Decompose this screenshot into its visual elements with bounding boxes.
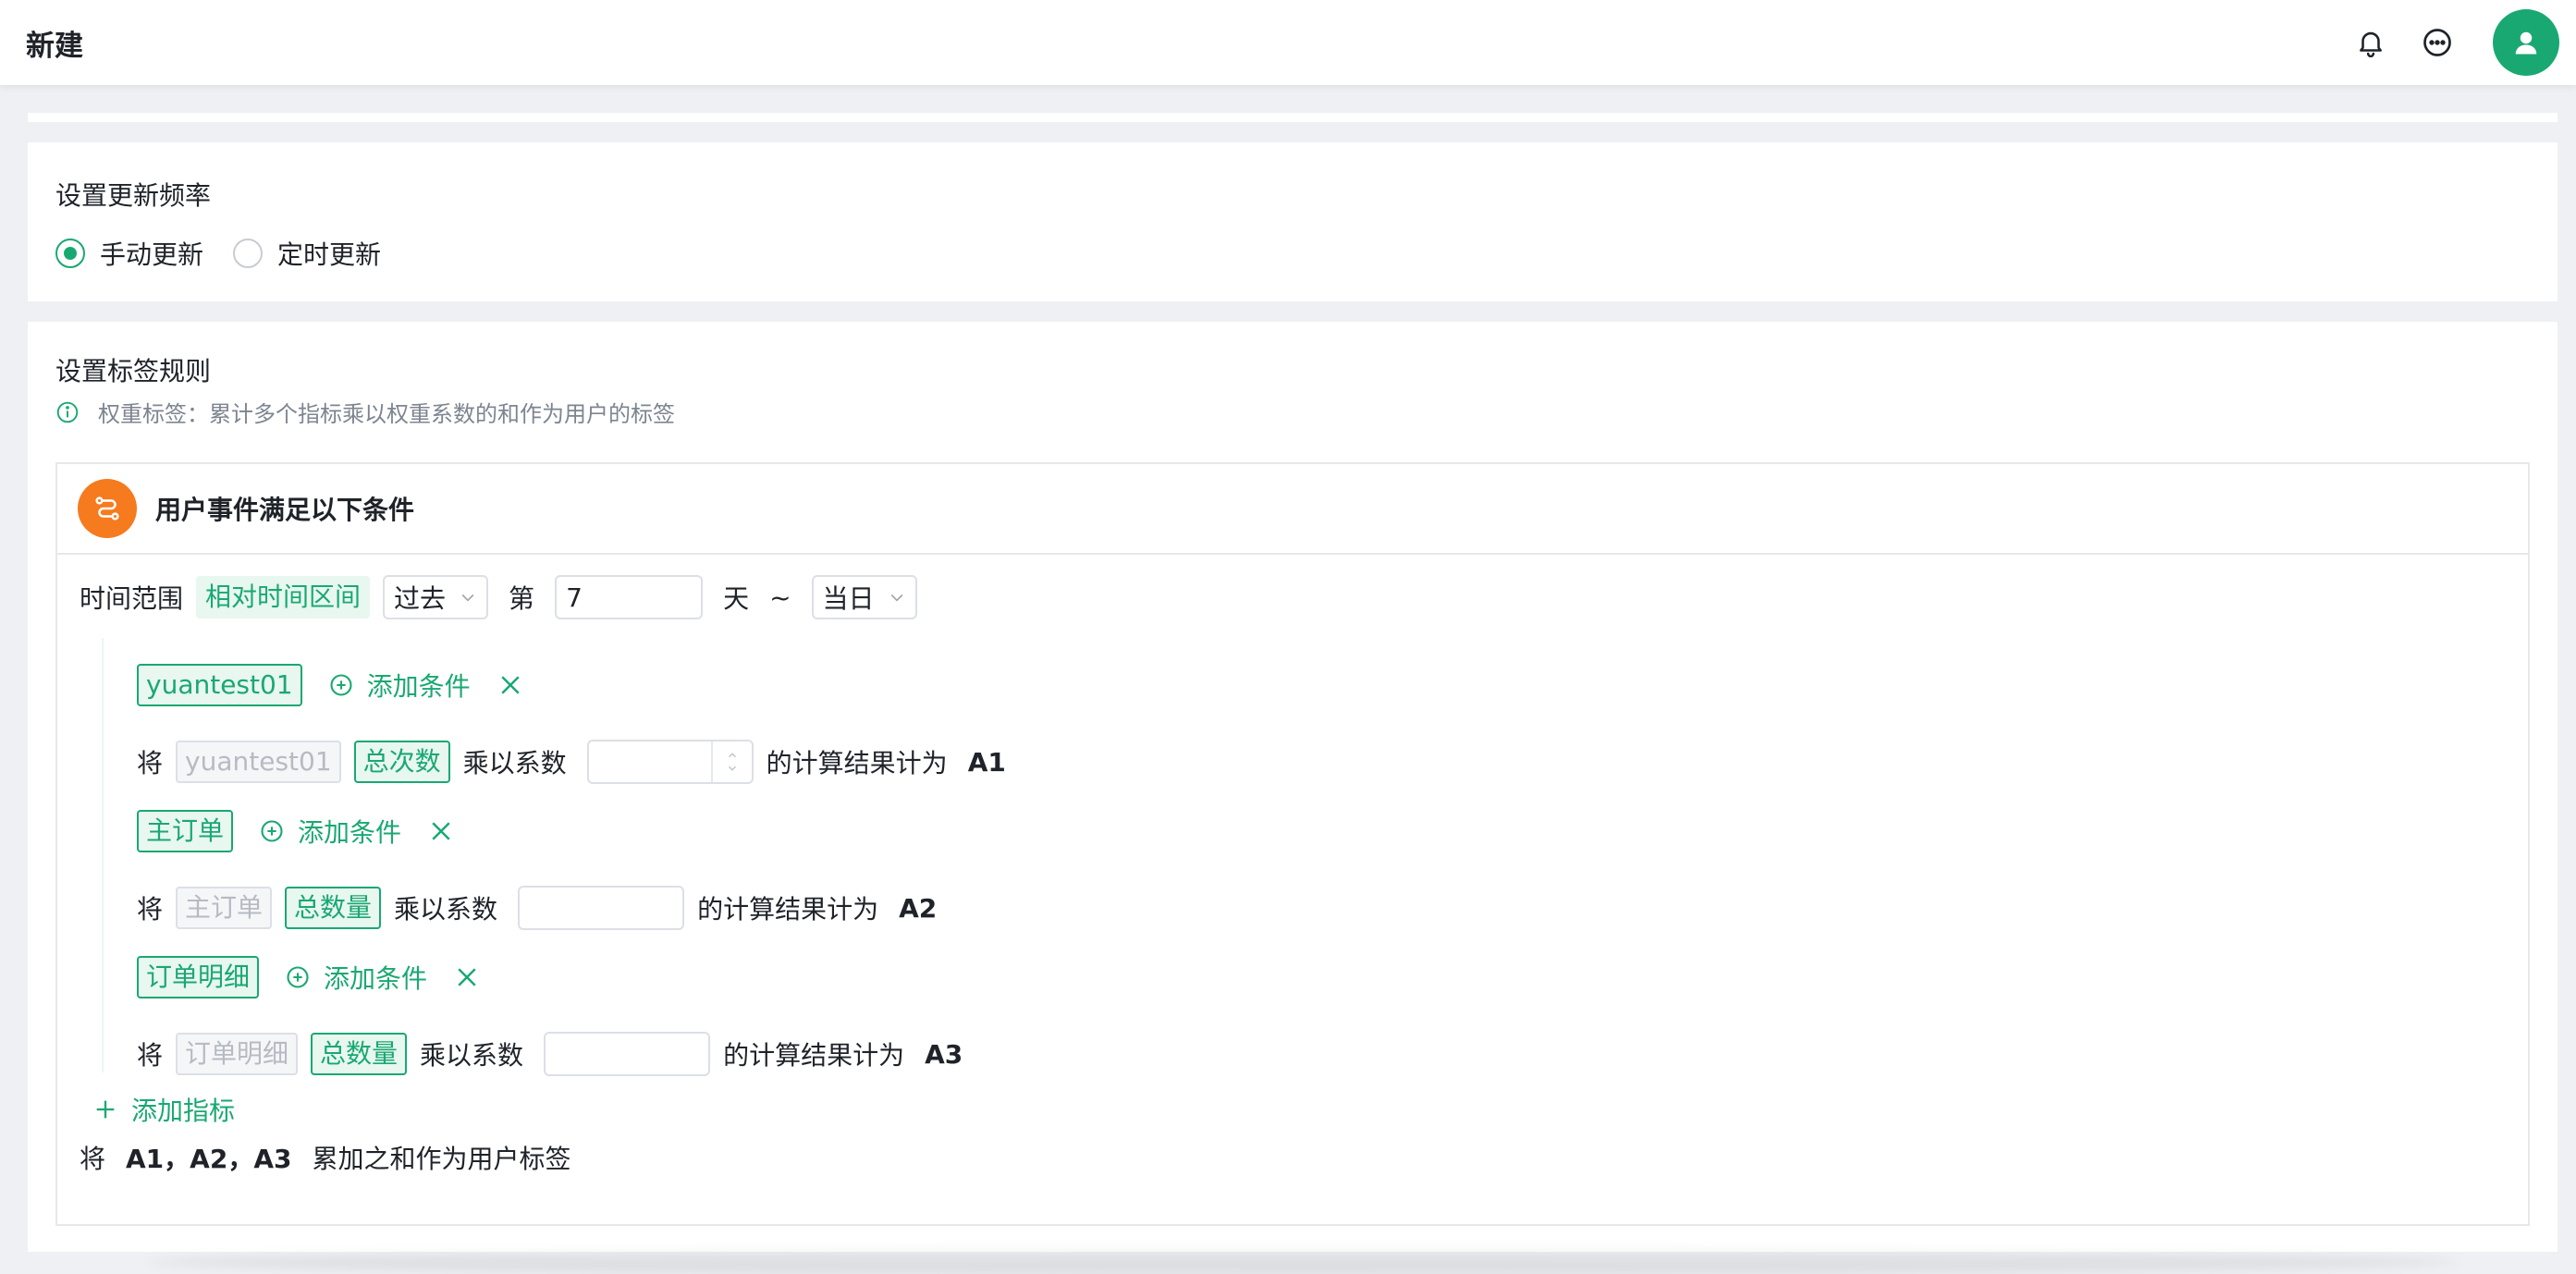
plus-icon: [96, 1100, 115, 1119]
close-icon[interactable]: [427, 817, 455, 845]
bottom-shadow: [148, 1250, 2459, 1274]
metric-2-agg-tag[interactable]: 总数量: [285, 887, 382, 929]
frequency-title: 设置更新频率: [55, 180, 212, 211]
end-select[interactable]: 当日: [811, 575, 917, 619]
metric-1-multiply-label: 乘以系数: [462, 748, 567, 778]
summary-vars: A1，A2，A3: [126, 1144, 292, 1174]
summary-prefix: 将: [80, 1144, 106, 1174]
metric-1-agg-tag[interactable]: 总次数: [353, 741, 450, 783]
time-range-label: 时间范围: [80, 583, 184, 614]
days-input[interactable]: 7: [555, 575, 704, 619]
radio-scheduled[interactable]: 定时更新: [233, 235, 381, 272]
hint-text: 权重标签：累计多个指标乘以权重系数的和作为用户的标签: [98, 401, 675, 427]
metric-1-result-var: A1: [967, 746, 1006, 778]
days-value: 7: [566, 582, 583, 613]
chevron-up-icon[interactable]: [726, 749, 739, 762]
panel-title: 用户事件满足以下条件: [155, 495, 415, 525]
metric-2-add-condition[interactable]: 添加条件: [259, 813, 401, 850]
add-condition-label: 添加条件: [324, 963, 428, 994]
metric-3-result-text: 的计算结果计为: [723, 1040, 905, 1071]
metric-3-event-ref: 订单明细: [176, 1033, 299, 1075]
metric-2-result-text: 的计算结果计为: [697, 894, 879, 925]
plus-circle-icon: [261, 820, 283, 842]
metric-2-prefix: 将: [137, 894, 164, 925]
metric-1-event-row: yuantest01 添加条件: [137, 664, 524, 706]
tilde-label: ~: [769, 582, 791, 613]
metric-3-coefficient-input[interactable]: [544, 1032, 711, 1076]
ordinal-label: 第: [509, 583, 535, 614]
direction-select[interactable]: 过去: [383, 575, 489, 619]
metric-1-event-ref: yuantest01: [176, 741, 341, 783]
metric-3-multiply-label: 乘以系数: [420, 1040, 524, 1071]
add-metric-button[interactable]: 添加指标: [92, 1091, 235, 1128]
metric-1-add-condition[interactable]: 添加条件: [328, 667, 471, 704]
metric-3-agg-tag[interactable]: 总数量: [311, 1033, 408, 1075]
add-condition-label: 添加条件: [366, 671, 471, 702]
direction-value: 过去: [394, 583, 447, 614]
metric-2-event-ref: 主订单: [176, 887, 273, 929]
frequency-radio-group: 手动更新 定时更新: [55, 235, 411, 272]
frequency-card: 设置更新频率 手动更新 定时更新: [28, 142, 2558, 301]
metric-1-prefix: 将: [137, 748, 164, 778]
metric-2-event-row: 主订单 添加条件: [137, 810, 455, 852]
chevron-down-icon[interactable]: [726, 762, 739, 775]
time-mode-tag[interactable]: 相对时间区间: [196, 576, 371, 619]
user-icon: [2515, 31, 2537, 55]
metric-3-event-tag[interactable]: 订单明细: [137, 956, 260, 998]
close-icon[interactable]: [453, 963, 481, 991]
radio-scheduled-label: 定时更新: [277, 239, 382, 270]
metric-3-event-row: 订单明细 添加条件: [137, 956, 481, 998]
chat-icon[interactable]: [2415, 20, 2459, 65]
add-condition-label: 添加条件: [298, 817, 402, 848]
metric-1-result-text: 的计算结果计为: [766, 748, 948, 778]
top-strip: [28, 113, 2558, 122]
close-icon[interactable]: [497, 671, 524, 699]
page-title: 新建: [26, 29, 83, 63]
metric-3-prefix: 将: [137, 1040, 164, 1071]
metric-3-calc-row: 将 订单明细 总数量 乘以系数 的计算结果计为 A3: [137, 1032, 963, 1076]
rules-title: 设置标签规则: [55, 356, 212, 386]
plus-circle-icon: [287, 966, 309, 988]
metric-2-coefficient-input[interactable]: [518, 886, 685, 930]
rules-card: 设置标签规则 权重标签：累计多个指标乘以权重系数的和作为用户的标签 用户事件满足…: [28, 322, 2558, 1252]
metric-2-result-var: A2: [899, 892, 938, 924]
rules-hint: 权重标签：累计多个指标乘以权重系数的和作为用户的标签: [55, 396, 675, 428]
metric-group-line: [102, 638, 104, 1072]
route-icon: [78, 479, 137, 538]
end-value: 当日: [822, 583, 875, 614]
add-metric-label: 添加指标: [131, 1096, 236, 1126]
metric-1-event-tag[interactable]: yuantest01: [137, 664, 302, 706]
avatar[interactable]: [2493, 9, 2559, 76]
radio-checked-icon: [55, 239, 85, 268]
metric-2-calc-row: 将 主订单 总数量 乘以系数 的计算结果计为 A2: [137, 886, 937, 930]
radio-manual-label: 手动更新: [100, 239, 204, 270]
metric-1-coefficient-input[interactable]: [586, 740, 754, 784]
info-icon: [56, 401, 79, 423]
unit-label: 天: [723, 583, 750, 614]
bell-icon[interactable]: [2349, 20, 2393, 65]
metric-2-event-tag[interactable]: 主订单: [137, 810, 234, 852]
summary-suffix: 累加之和作为用户标签: [312, 1144, 571, 1174]
condition-panel-header: 用户事件满足以下条件: [57, 464, 2528, 555]
metric-1-calc-row: 将 yuantest01 总次数 乘以系数 的计算结果计为 A1: [137, 740, 1006, 784]
radio-unchecked-icon: [233, 239, 264, 268]
metric-2-multiply-label: 乘以系数: [394, 894, 498, 925]
metric-3-result-var: A3: [925, 1038, 963, 1070]
stepper[interactable]: [710, 741, 752, 782]
top-bar: 新建: [0, 0, 2576, 85]
chevron-down-icon: [461, 594, 474, 602]
plus-circle-icon: [330, 674, 352, 696]
time-range-row: 时间范围 相对时间区间 过去 第 7 天 ~ 当日: [80, 575, 917, 619]
summary-row: 将 A1，A2，A3 累加之和作为用户标签: [80, 1139, 571, 1176]
radio-manual[interactable]: 手动更新: [55, 235, 203, 272]
metric-3-add-condition[interactable]: 添加条件: [285, 959, 427, 996]
condition-panel: 用户事件满足以下条件 时间范围 相对时间区间 过去 第 7 天 ~ 当日 yua…: [55, 462, 2530, 1226]
header-actions: [2326, 9, 2559, 76]
chevron-down-icon: [890, 594, 902, 602]
